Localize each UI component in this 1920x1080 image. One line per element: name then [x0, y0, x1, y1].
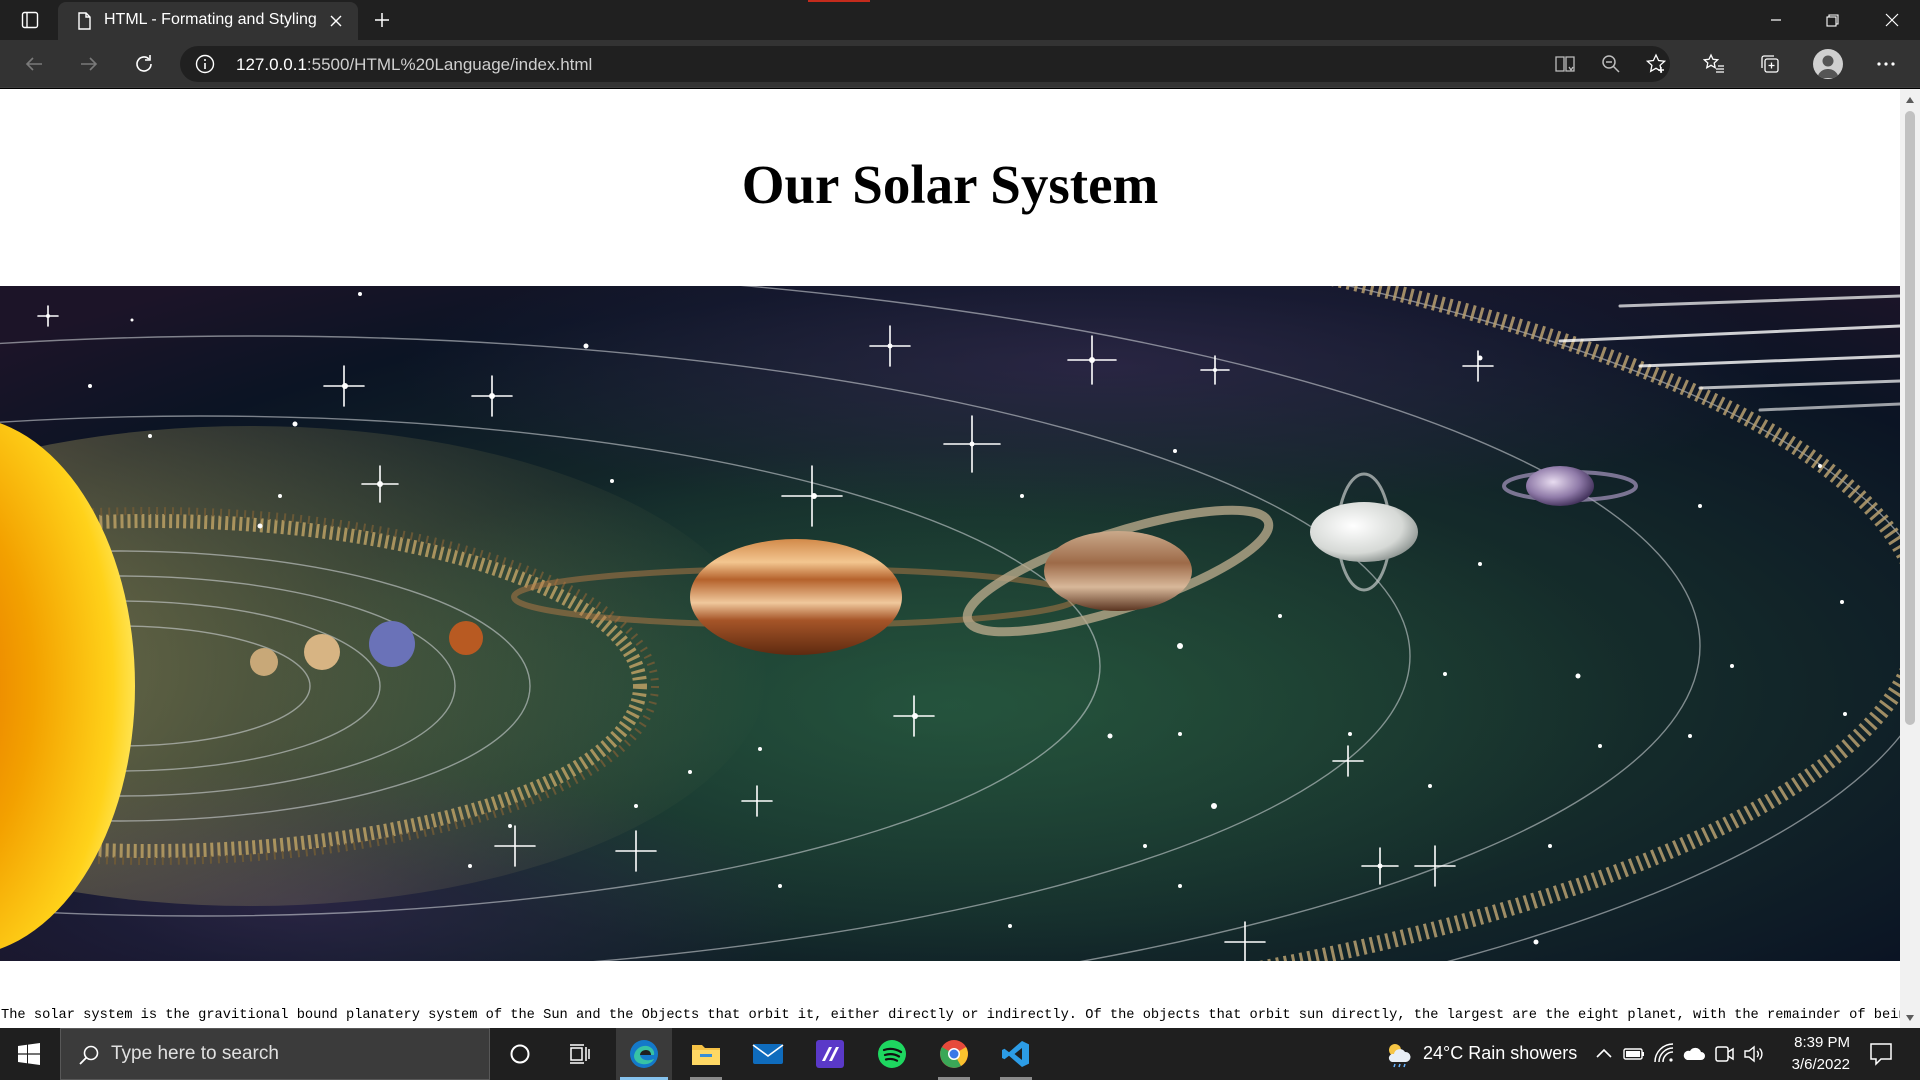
- scroll-up-arrow-icon[interactable]: [1906, 97, 1914, 103]
- taskbar-app-mail[interactable]: [740, 1028, 796, 1080]
- restore-button[interactable]: [1804, 0, 1860, 40]
- clock-date: 3/6/2022: [1791, 1056, 1850, 1073]
- meet-now-icon[interactable]: [1712, 1042, 1736, 1066]
- chrome-icon: [940, 1040, 968, 1068]
- url-text[interactable]: 127.0.0.1:5500/HTML%20Language/index.htm…: [236, 55, 592, 75]
- taskbar-app-file-explorer[interactable]: [678, 1028, 734, 1080]
- taskbar: Type here to search 24°C Rain showers 8:…: [0, 1028, 1920, 1080]
- collections-icon: [1761, 55, 1779, 73]
- scroll-thumb[interactable]: [1905, 111, 1915, 725]
- visual-studio-icon: [816, 1040, 844, 1068]
- browser-tab[interactable]: HTML - Formating and Styling: [58, 2, 358, 40]
- web-page: Our Solar System The solar system is the…: [0, 89, 1900, 1028]
- page-scrollbar[interactable]: [1900, 89, 1920, 1028]
- forward-button[interactable]: [71, 48, 107, 80]
- clock-time: 8:39 PM: [1794, 1034, 1850, 1051]
- address-bar[interactable]: 127.0.0.1:5500/HTML%20Language/index.htm…: [180, 46, 1670, 82]
- taskbar-app-spotify[interactable]: [864, 1028, 920, 1080]
- collections-button[interactable]: [1752, 48, 1788, 80]
- spotify-icon: [878, 1040, 906, 1068]
- page-icon: [78, 12, 91, 30]
- page-title: Our Solar System: [741, 154, 1159, 215]
- folder-icon: [692, 1045, 720, 1065]
- weather-text[interactable]: 24°C Rain showers: [1423, 1043, 1577, 1064]
- close-icon: [1885, 13, 1899, 27]
- system-clock[interactable]: 8:39 PM 3/6/2022: [1740, 1032, 1850, 1076]
- taskbar-app-vscode[interactable]: [988, 1028, 1044, 1080]
- url-host: 127.0.0.1: [236, 55, 307, 74]
- chevron-up-icon[interactable]: [1592, 1042, 1616, 1066]
- arrow-right-icon: [81, 57, 98, 71]
- refresh-icon: [136, 55, 152, 72]
- solar-system-image: [0, 286, 1900, 961]
- profile-avatar[interactable]: [1813, 49, 1843, 79]
- favorites-icon: [1703, 53, 1724, 73]
- search-icon: [79, 1045, 99, 1065]
- taskbar-app-visual-studio[interactable]: [802, 1028, 858, 1080]
- url-path: :5500/HTML%20Language/index.html: [306, 55, 593, 74]
- wifi-icon[interactable]: [1652, 1042, 1676, 1066]
- arrow-left-icon: [25, 57, 42, 71]
- windows-icon: [18, 1043, 40, 1065]
- refresh-button[interactable]: [126, 48, 162, 80]
- tab-close-button[interactable]: [326, 11, 346, 31]
- back-button[interactable]: [16, 48, 52, 80]
- tab-actions-button[interactable]: [14, 8, 46, 32]
- search-placeholder: Type here to search: [111, 1043, 279, 1064]
- edge-icon: [630, 1040, 658, 1068]
- close-icon: [330, 15, 342, 27]
- zoom-icon[interactable]: [1600, 53, 1622, 75]
- immersive-reader-icon[interactable]: [1554, 53, 1576, 75]
- task-view-button[interactable]: [552, 1028, 608, 1080]
- restore-icon: [1825, 13, 1839, 27]
- mail-icon: [752, 1044, 784, 1064]
- tab-actions-icon: [21, 11, 39, 29]
- scroll-down-arrow-icon[interactable]: [1906, 1015, 1914, 1021]
- cortana-icon: [510, 1044, 530, 1064]
- onedrive-icon[interactable]: [1682, 1042, 1706, 1066]
- taskbar-app-chrome[interactable]: [926, 1028, 982, 1080]
- vscode-icon: [1002, 1041, 1029, 1067]
- intro-paragraph: The solar system is the gravitional boun…: [1, 1008, 1900, 1023]
- taskbar-search-box[interactable]: Type here to search: [60, 1028, 490, 1080]
- cortana-button[interactable]: [492, 1028, 548, 1080]
- minimize-icon: [1771, 19, 1781, 21]
- minimize-button[interactable]: [1748, 0, 1804, 40]
- start-button[interactable]: [0, 1028, 58, 1080]
- task-view-icon: [570, 1044, 590, 1064]
- taskbar-app-edge[interactable]: [616, 1028, 672, 1080]
- tab-title: HTML - Formating and Styling: [104, 11, 317, 28]
- person-icon: [1817, 55, 1839, 78]
- add-favorite-icon[interactable]: [1645, 53, 1667, 75]
- navigation-bar: 127.0.0.1:5500/HTML%20Language/index.htm…: [0, 40, 1920, 88]
- settings-more-button[interactable]: [1868, 48, 1904, 80]
- more-icon: [1877, 62, 1895, 66]
- close-window-button[interactable]: [1864, 0, 1920, 40]
- info-icon[interactable]: [194, 53, 216, 75]
- media-indicator: [808, 0, 870, 2]
- plus-icon: [375, 13, 389, 27]
- new-tab-button[interactable]: [368, 8, 396, 32]
- notifications-icon[interactable]: [1868, 1041, 1894, 1067]
- weather-icon[interactable]: [1384, 1040, 1412, 1068]
- favorites-button[interactable]: [1696, 48, 1732, 80]
- battery-icon[interactable]: [1622, 1042, 1646, 1066]
- title-bar: HTML - Formating and Styling: [0, 0, 1920, 40]
